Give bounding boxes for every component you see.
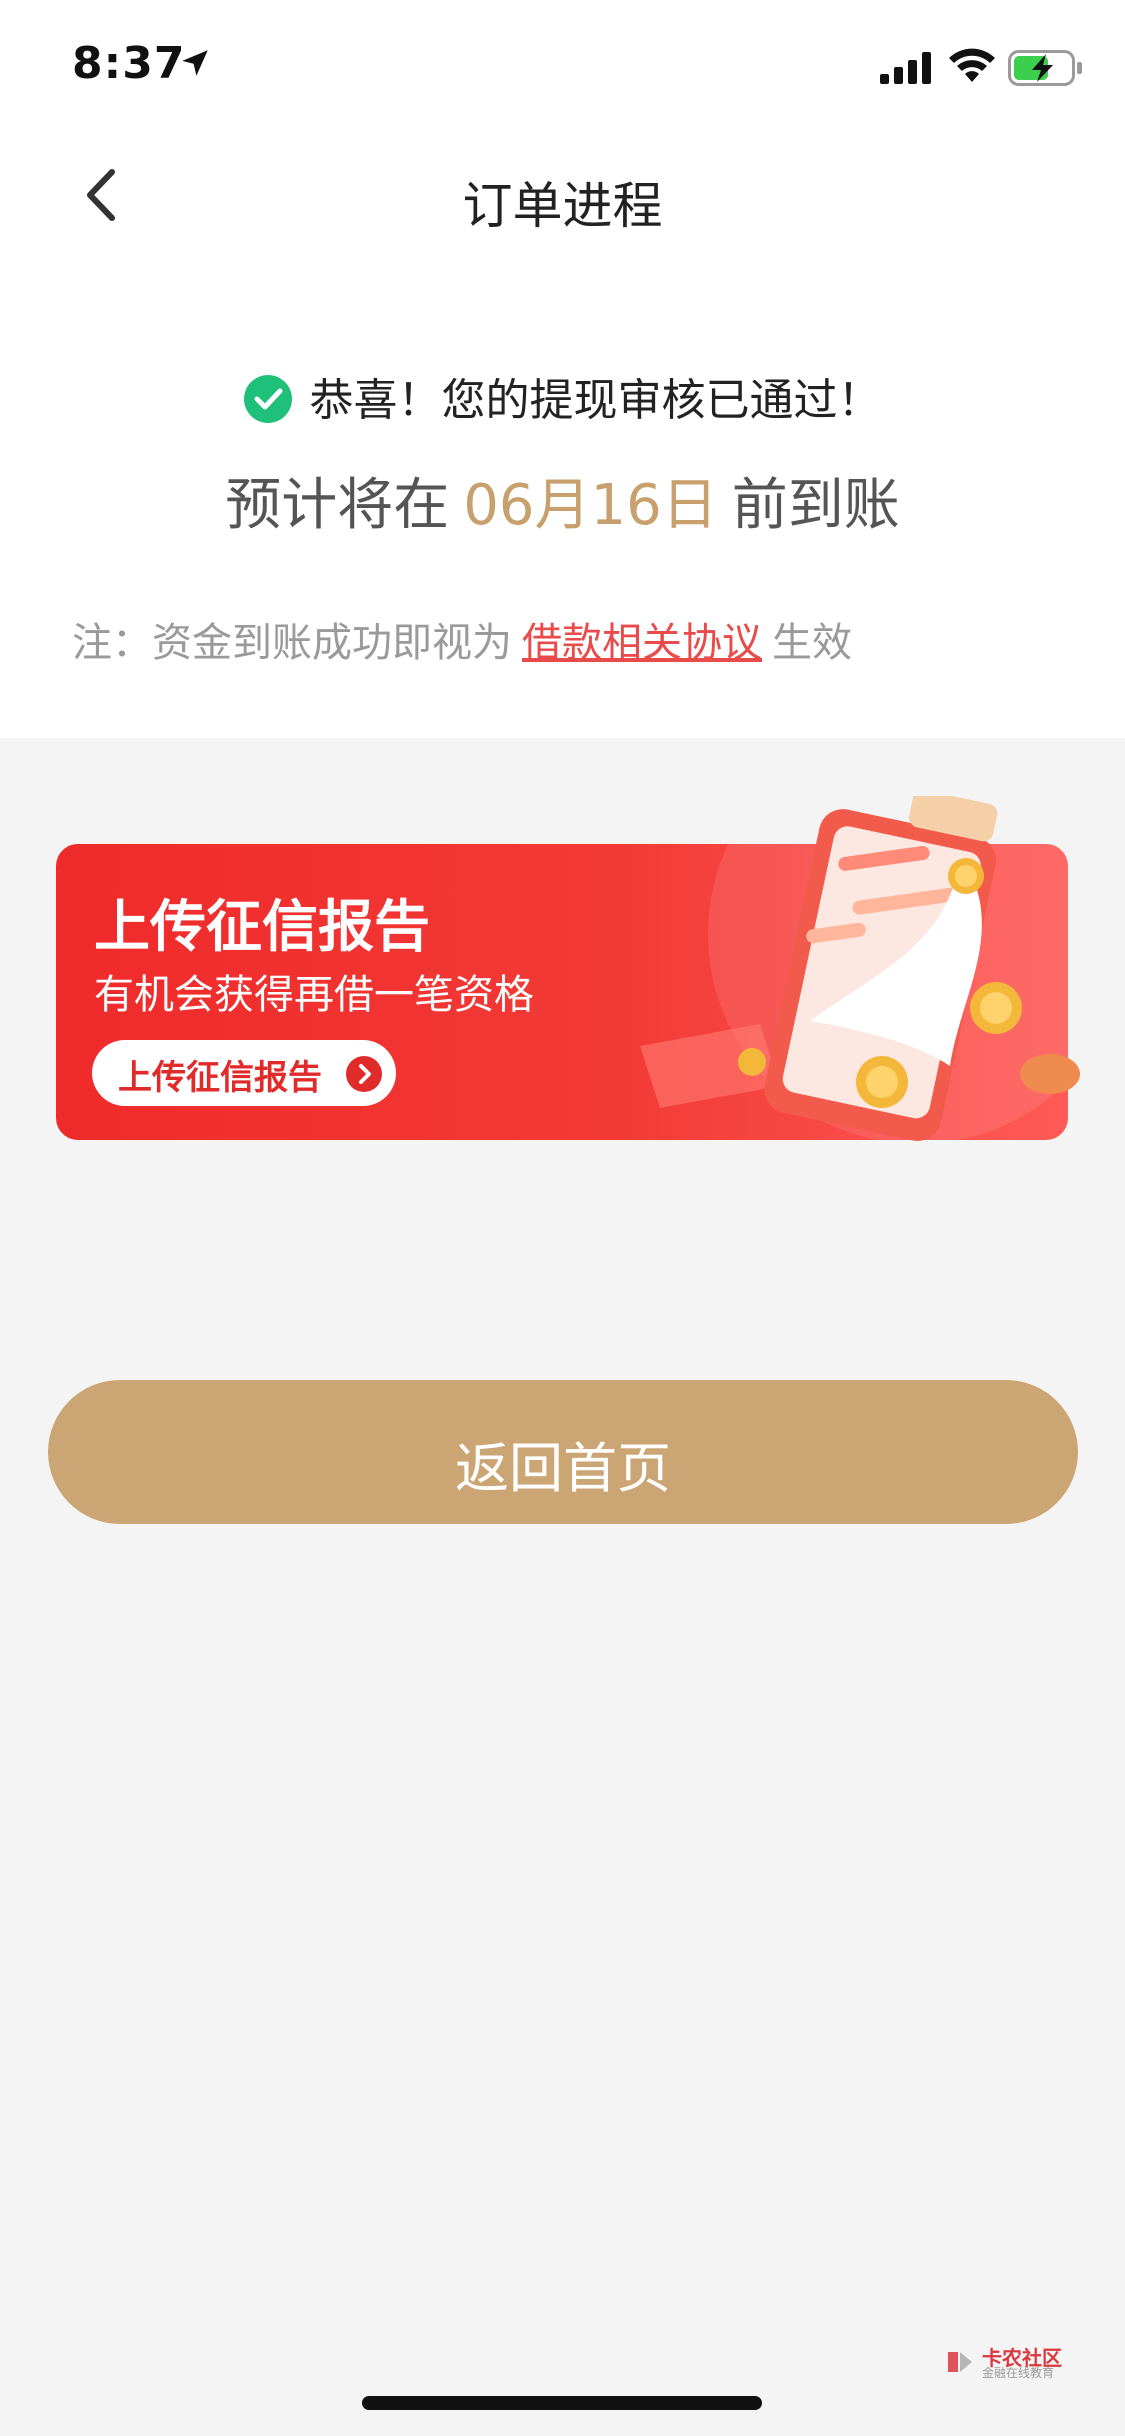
approval-message-row: 恭喜！您的提现审核已通过！: [0, 364, 1125, 428]
banner-subtitle: 有机会获得再借一笔资格: [94, 972, 534, 1018]
status-bar: 8:37: [0, 0, 1125, 130]
wifi-icon: [949, 48, 995, 82]
success-check-icon: [243, 375, 292, 423]
watermark-subtitle: 金融在线教育: [982, 2366, 1055, 2380]
agreement-note: 注：资金到账成功即视为 借款相关协议 生效: [72, 610, 852, 668]
note-prefix: 注：资金到账成功即视为: [72, 620, 512, 666]
loan-agreement-link[interactable]: 借款相关协议: [522, 620, 762, 666]
clipboard-coins-illustration: [640, 796, 1080, 1141]
kanong-logo-icon: [948, 2352, 972, 2372]
battery-charging-icon: [1008, 50, 1082, 86]
banner-title: 上传征信报告: [94, 895, 430, 960]
return-home-label: 返回首页: [455, 1437, 671, 1500]
upload-credit-report-button[interactable]: 上传征信报告: [92, 1040, 396, 1106]
approval-message: 恭喜！您的提现审核已通过！: [309, 375, 882, 426]
page-title: 订单进程: [462, 177, 663, 235]
return-home-button[interactable]: 返回首页: [48, 1380, 1078, 1524]
watermark: 卡农社区 金融在线教育: [944, 2342, 1074, 2382]
note-suffix: 生效: [772, 620, 852, 666]
arrival-estimate: 预计将在 06月16日 前到账: [0, 460, 1125, 541]
estimate-suffix: 前到账: [731, 473, 900, 538]
cellular-signal-icon: [880, 52, 931, 84]
chevron-right-circle-icon: [346, 1056, 382, 1092]
result-section: 恭喜！您的提现审核已通过！ 预计将在 06月16日 前到账 注：资金到账成功即视为借…: [0, 260, 1125, 738]
banner-button-label: 上传征信报告: [118, 1058, 322, 1098]
location-arrow-icon: [182, 50, 208, 76]
status-time: 8:37: [72, 38, 186, 89]
order-progress-page: 8:37 订单进程 恭喜！您的提现审核已通过！ 预计将在 06月16日 前到账 …: [0, 0, 1125, 2436]
estimate-date: 06月16日: [463, 473, 718, 538]
home-indicator: [362, 2396, 762, 2410]
navigation-bar: 订单进程: [0, 130, 1125, 260]
estimate-prefix: 预计将在: [225, 473, 450, 538]
